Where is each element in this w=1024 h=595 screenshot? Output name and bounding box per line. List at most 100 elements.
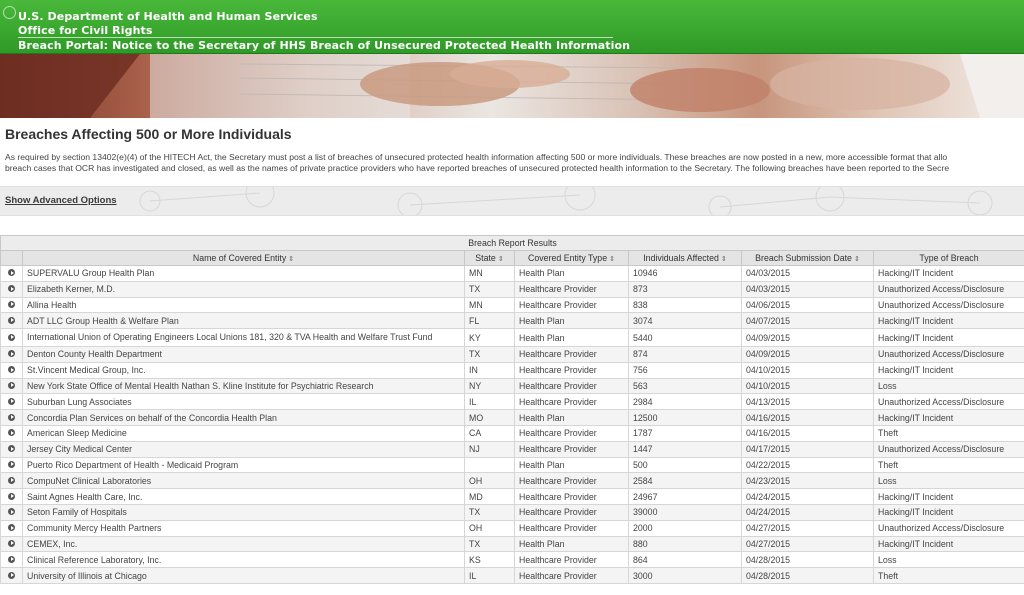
table-row: Seton Family of Hospitals TX Healthcare Pr… (0, 503, 1024, 521)
cell-breach-type: Theft (872, 567, 1024, 584)
table-row: Suburban Lung Associates IL Healthcare Pro… (0, 393, 1024, 411)
cell-submission-date: 04/28/2015 (741, 551, 874, 569)
cell-breach-type: Unauthorized Access/Disclosure (872, 296, 1024, 314)
table-caption: Breach Report Results (0, 235, 1024, 251)
cell-entity-type: Healthcare Provider (514, 377, 629, 395)
cell-submission-date: 04/07/2015 (741, 312, 874, 330)
expand-row-icon[interactable] (8, 492, 15, 500)
cell-entity-name: Concordia Plan Services on behalf of the… (22, 409, 465, 426)
row-expand-cell (0, 440, 23, 458)
hhs-seal-icon (3, 6, 16, 19)
expand-row-icon[interactable] (8, 285, 15, 293)
expand-row-icon[interactable] (8, 300, 15, 308)
cell-individuals-affected: 864 (628, 551, 742, 569)
column-header-breach-type[interactable]: Type of Breach (872, 250, 1024, 266)
table-row: CompuNet Clinical Laboratories OH Healthca… (0, 472, 1024, 490)
cell-submission-date: 04/06/2015 (741, 296, 874, 314)
cell-entity-name: Allina Health (22, 296, 465, 314)
cell-state: KY (464, 328, 515, 347)
cell-entity-type: Healthcare Provider (514, 488, 629, 505)
cell-entity-name: Elizabeth Kerner, M.D. (22, 280, 465, 298)
column-header-individuals-affected[interactable]: Individuals Affected ⇕ (628, 250, 742, 266)
cell-entity-type: Healthcare Provider (514, 393, 629, 411)
column-header-entity[interactable]: Name of Covered Entity ⇕ (22, 250, 465, 266)
column-header-state[interactable]: State ⇕ (464, 250, 515, 266)
expand-row-icon[interactable] (8, 397, 15, 405)
cell-entity-type: Healthcare Provider (514, 503, 629, 521)
row-expand-cell (0, 456, 23, 474)
expand-row-icon[interactable] (8, 460, 15, 468)
cell-state: CA (464, 424, 515, 442)
sort-icon: ⇕ (497, 256, 504, 263)
cell-submission-date: 04/24/2015 (741, 488, 874, 505)
sort-icon: ⇕ (720, 256, 727, 263)
cell-submission-date: 04/16/2015 (741, 409, 874, 426)
cell-state: TX (464, 280, 515, 298)
cell-submission-date: 04/03/2015 (741, 265, 874, 282)
cell-entity-name: Seton Family of Hospitals (22, 503, 465, 521)
cell-state: OH (464, 472, 515, 490)
cell-entity-name: Suburban Lung Associates (22, 393, 465, 411)
cell-breach-type: Theft (872, 424, 1024, 442)
cell-entity-type: Healthcare Provider (514, 551, 629, 569)
intro-line: As required by section 13402(e)(4) of th… (5, 152, 948, 162)
row-expand-cell (0, 567, 23, 584)
cell-entity-name: Saint Agnes Health Care, Inc. (22, 488, 465, 505)
expand-row-icon[interactable] (8, 413, 15, 421)
cell-breach-type: Hacking/IT Incident (872, 488, 1024, 505)
table-row: Elizabeth Kerner, M.D. TX Healthcare Provi… (0, 280, 1024, 298)
expand-row-icon[interactable] (8, 429, 15, 437)
expand-row-icon[interactable] (8, 524, 15, 532)
cell-submission-date: 04/23/2015 (741, 472, 874, 490)
site-header: U.S. Department of Health and Human Serv… (0, 0, 1024, 54)
expand-row-icon[interactable] (8, 571, 15, 579)
cell-individuals-affected: 2000 (628, 519, 742, 537)
cell-state: MN (464, 265, 515, 282)
cell-breach-type: Hacking/IT Incident (872, 328, 1024, 347)
cell-entity-name: International Union of Operating Enginee… (22, 328, 465, 347)
cell-entity-name: Puerto Rico Department of Health - Medic… (22, 456, 465, 474)
cell-entity-type: Healthcare Provider (514, 280, 629, 298)
expand-row-icon[interactable] (8, 445, 15, 453)
cell-individuals-affected: 12500 (628, 409, 742, 426)
expand-row-icon[interactable] (8, 539, 15, 547)
table-row: Denton County Health Department TX Healthc… (0, 345, 1024, 363)
expand-row-icon[interactable] (8, 508, 15, 516)
row-expand-cell (0, 280, 23, 298)
expand-row-icon[interactable] (8, 269, 15, 277)
cell-state: TX (464, 503, 515, 521)
expand-row-icon[interactable] (8, 316, 15, 324)
table-row: SUPERVALU Group Health Plan MN Health Plan… (0, 265, 1024, 282)
header-divider (18, 37, 613, 38)
office-name: Office for Civil Rights (18, 24, 153, 37)
cell-entity-name: Jersey City Medical Center (22, 440, 465, 458)
cell-individuals-affected: 10946 (628, 265, 742, 282)
expand-row-icon[interactable] (8, 381, 15, 389)
cell-breach-type: Hacking/IT Incident (872, 312, 1024, 330)
expand-row-icon[interactable] (8, 476, 15, 484)
table-row: Community Mercy Health Partners OH Healthc… (0, 519, 1024, 537)
cell-entity-name: University of Illinois at Chicago (22, 567, 465, 584)
cell-breach-type: Unauthorized Access/Disclosure (872, 280, 1024, 298)
cell-state: TX (464, 345, 515, 363)
cell-submission-date: 04/17/2015 (741, 440, 874, 458)
cell-entity-type: Health Plan (514, 328, 629, 347)
expand-row-icon[interactable] (8, 333, 15, 341)
expand-row-icon[interactable] (8, 350, 15, 358)
cell-state: KS (464, 551, 515, 569)
table-row: Saint Agnes Health Care, Inc. MD Healthcar… (0, 488, 1024, 505)
show-advanced-options-link[interactable]: Show Advanced Options (5, 195, 117, 206)
cell-submission-date: 04/16/2015 (741, 424, 874, 442)
table-row: Jersey City Medical Center NJ Healthcare P… (0, 440, 1024, 458)
table-row: CEMEX, Inc. TX Health Plan 880 04/27/2015 Hac… (0, 535, 1024, 553)
cell-state: TX (464, 535, 515, 553)
sort-icon: ⇕ (609, 256, 615, 263)
cell-entity-name: St.Vincent Medical Group, Inc. (22, 361, 465, 379)
department-name: U.S. Department of Health and Human Serv… (18, 10, 318, 23)
column-header-entity-type[interactable]: Covered Entity Type ⇕ (514, 250, 629, 266)
column-header-submission-date[interactable]: Breach Submission Date ⇕ (741, 250, 874, 266)
row-expand-cell (0, 328, 23, 347)
row-expand-cell (0, 361, 23, 379)
expand-row-icon[interactable] (8, 555, 15, 563)
expand-row-icon[interactable] (8, 366, 15, 374)
